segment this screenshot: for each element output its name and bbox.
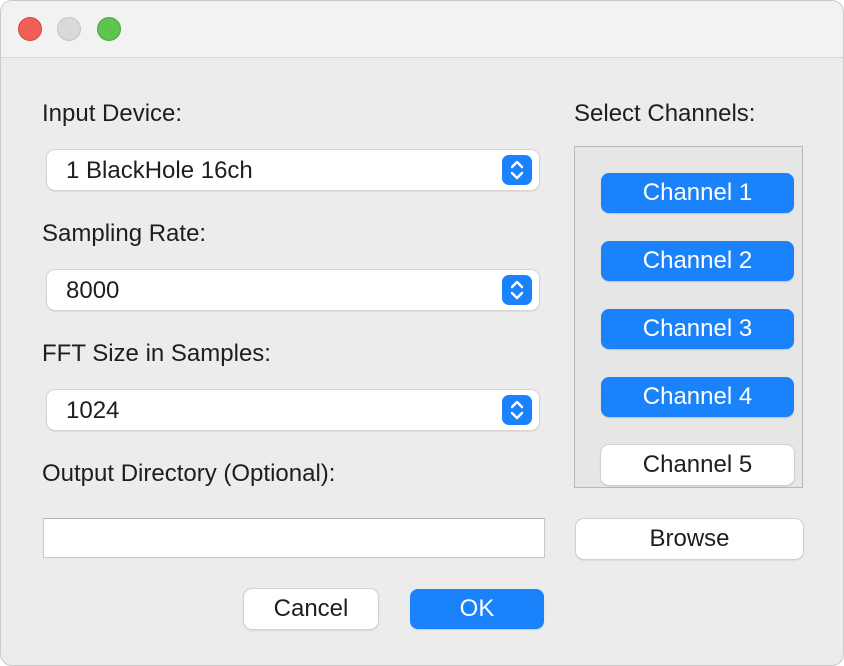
channel-2-toggle[interactable]: Channel 2 <box>601 241 794 281</box>
output-directory-label: Output Directory (Optional): <box>42 460 336 487</box>
select-channels-label: Select Channels: <box>574 100 756 127</box>
close-window-button[interactable] <box>18 17 42 41</box>
input-device-value: 1 BlackHole 16ch <box>66 157 253 184</box>
fft-size-label: FFT Size in Samples: <box>42 340 271 367</box>
chevron-up-down-icon <box>502 275 532 305</box>
channel-5-toggle[interactable]: Channel 5 <box>601 445 794 485</box>
chevron-up-down-icon <box>502 155 532 185</box>
browse-button[interactable]: Browse <box>576 519 803 559</box>
channel-4-toggle[interactable]: Channel 4 <box>601 377 794 417</box>
output-directory-input[interactable] <box>43 518 545 558</box>
cancel-button[interactable]: Cancel <box>244 589 378 629</box>
sampling-rate-value: 8000 <box>66 277 120 304</box>
ok-button[interactable]: OK <box>410 589 544 629</box>
sampling-rate-label: Sampling Rate: <box>42 220 207 247</box>
minimize-window-button[interactable] <box>57 17 81 41</box>
sampling-rate-select[interactable]: 8000 <box>47 270 539 310</box>
fft-size-select[interactable]: 1024 <box>47 390 539 430</box>
channel-1-toggle[interactable]: Channel 1 <box>601 173 794 213</box>
input-device-label: Input Device: <box>42 100 183 127</box>
fft-size-value: 1024 <box>66 397 120 424</box>
settings-dialog: Input Device: 1 BlackHole 16ch Sampling … <box>0 0 844 666</box>
title-bar <box>1 1 843 58</box>
zoom-window-button[interactable] <box>97 17 121 41</box>
channel-3-toggle[interactable]: Channel 3 <box>601 309 794 349</box>
input-device-select[interactable]: 1 BlackHole 16ch <box>47 150 539 190</box>
chevron-up-down-icon <box>502 395 532 425</box>
